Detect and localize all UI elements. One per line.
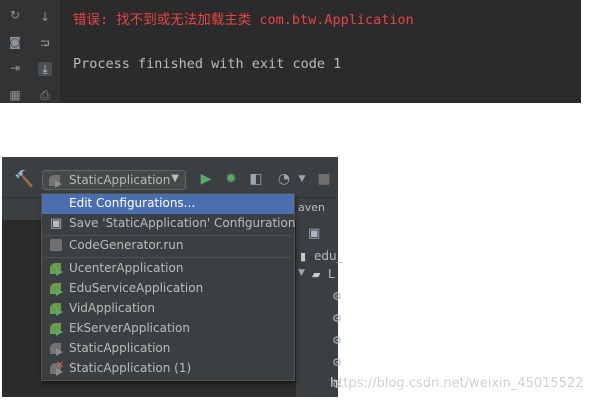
spring-boot-icon bbox=[50, 322, 64, 336]
run-configuration-selector[interactable]: StaticApplication ▼ bbox=[42, 170, 186, 190]
spring-boot-icon bbox=[50, 342, 64, 356]
gear-icon: ⚙ bbox=[332, 290, 342, 303]
project-tree-panel: ▣ ▮ edu_ ▼ ▰ L ⚙ ⚙ ⚙ ⚙ ⚙ bbox=[296, 220, 343, 397]
console-gutter: ↻ ◙ ⇥ ▦ ↓ ⮒ ⤓ ⎙ bbox=[0, 0, 60, 103]
menu-item-label: Edit Configurations... bbox=[69, 196, 196, 210]
coverage-icon[interactable]: ◧ bbox=[248, 171, 264, 187]
camera-icon[interactable]: ◙ bbox=[8, 35, 22, 49]
spring-boot-icon bbox=[49, 174, 63, 193]
menu-item-label: StaticApplication (1) bbox=[69, 361, 192, 375]
menu-item-ucenter-application[interactable]: UcenterApplication bbox=[42, 259, 294, 279]
stop-icon[interactable]: ■ bbox=[316, 171, 332, 187]
spring-boot-icon bbox=[50, 282, 64, 296]
soft-wrap-icon[interactable]: ⮒ bbox=[38, 37, 52, 51]
gutter-column-left: ↻ ◙ ⇥ ▦ bbox=[0, 0, 30, 103]
tree-item-edu[interactable]: edu_ bbox=[314, 249, 343, 263]
login-icon[interactable]: ⇥ bbox=[8, 61, 22, 75]
menu-item-codegenerator-run[interactable]: CodeGenerator.run bbox=[42, 236, 294, 256]
menu-item-label: CodeGenerator.run bbox=[69, 238, 184, 252]
maven-tab[interactable]: aven bbox=[298, 201, 325, 214]
menu-item-static-application-1[interactable]: ✕ StaticApplication (1) bbox=[42, 359, 294, 379]
play-icon[interactable]: ▶ bbox=[198, 171, 214, 187]
menu-separator bbox=[44, 257, 292, 258]
save-icon: ▣ bbox=[50, 216, 63, 231]
folder-icon: ▰ bbox=[312, 268, 321, 281]
rerun-icon[interactable]: ↻ bbox=[8, 8, 22, 22]
gear-icon: ⚙ bbox=[332, 356, 342, 369]
menu-item-label: UcenterApplication bbox=[69, 261, 184, 275]
process-finished-message: Process finished with exit code 1 bbox=[73, 56, 342, 72]
bug-icon[interactable]: ✹ bbox=[223, 171, 239, 187]
menu-item-label: EduServiceApplication bbox=[69, 281, 204, 295]
profile-icon[interactable]: ◔ bbox=[276, 171, 292, 187]
folder-settings-icon[interactable]: ▣ bbox=[308, 226, 320, 241]
expand-arrow-icon[interactable]: ▼ bbox=[298, 268, 305, 278]
layout-icon[interactable]: ▦ bbox=[8, 88, 22, 102]
watermark: https://blog.csdn.net/weixin_45015522 bbox=[330, 376, 584, 391]
down-arrow-icon[interactable]: ↓ bbox=[38, 10, 52, 24]
menu-item-label: VidApplication bbox=[69, 301, 155, 315]
menu-item-static-application[interactable]: StaticApplication bbox=[42, 339, 294, 359]
spring-boot-error-icon: ✕ bbox=[50, 360, 64, 376]
java-run-icon bbox=[50, 239, 62, 251]
spring-boot-icon bbox=[50, 262, 64, 276]
spring-boot-icon bbox=[50, 302, 64, 316]
tree-item-l[interactable]: L bbox=[328, 267, 335, 281]
profile-dropdown-icon[interactable]: ▼ bbox=[294, 171, 310, 187]
scroll-to-end-icon[interactable]: ⤓ bbox=[38, 62, 52, 76]
menu-item-eduservice-application[interactable]: EduServiceApplication bbox=[42, 279, 294, 299]
module-icon: ▮ bbox=[300, 250, 307, 263]
menu-item-label: EkServerApplication bbox=[69, 321, 190, 335]
run-configuration-menu: Edit Configurations... ▣ Save 'StaticApp… bbox=[41, 193, 295, 381]
gutter-column-right: ↓ ⮒ ⤓ ⎙ bbox=[30, 0, 60, 103]
menu-item-label: Save 'StaticApplication' Configuration bbox=[69, 216, 296, 230]
menu-item-vid-application[interactable]: VidApplication bbox=[42, 299, 294, 319]
hammer-icon[interactable]: 🔨 bbox=[14, 171, 34, 187]
error-message: 错误: 找不到或无法加载主类 com.btw.Application bbox=[73, 12, 414, 28]
console-panel: ↻ ◙ ⇥ ▦ ↓ ⮒ ⤓ ⎙ 错误: 找不到或无法加载主类 com.btw.A… bbox=[0, 0, 581, 103]
menu-item-edit-configurations[interactable]: Edit Configurations... bbox=[42, 194, 294, 214]
gear-icon: ⚙ bbox=[332, 312, 342, 325]
main-toolbar: 🔨 StaticApplication ▼ ▶ ✹ ◧ ◔ ▼ ■ bbox=[2, 157, 338, 197]
chevron-down-icon: ▼ bbox=[171, 173, 179, 184]
menu-item-save-configuration[interactable]: ▣ Save 'StaticApplication' Configuration bbox=[42, 214, 296, 234]
menu-item-label: StaticApplication bbox=[69, 341, 171, 355]
run-configuration-label: StaticApplication bbox=[69, 173, 171, 187]
gear-icon: ⚙ bbox=[332, 334, 342, 347]
menu-item-ekserver-application[interactable]: EkServerApplication bbox=[42, 319, 294, 339]
print-icon[interactable]: ⎙ bbox=[38, 88, 52, 102]
